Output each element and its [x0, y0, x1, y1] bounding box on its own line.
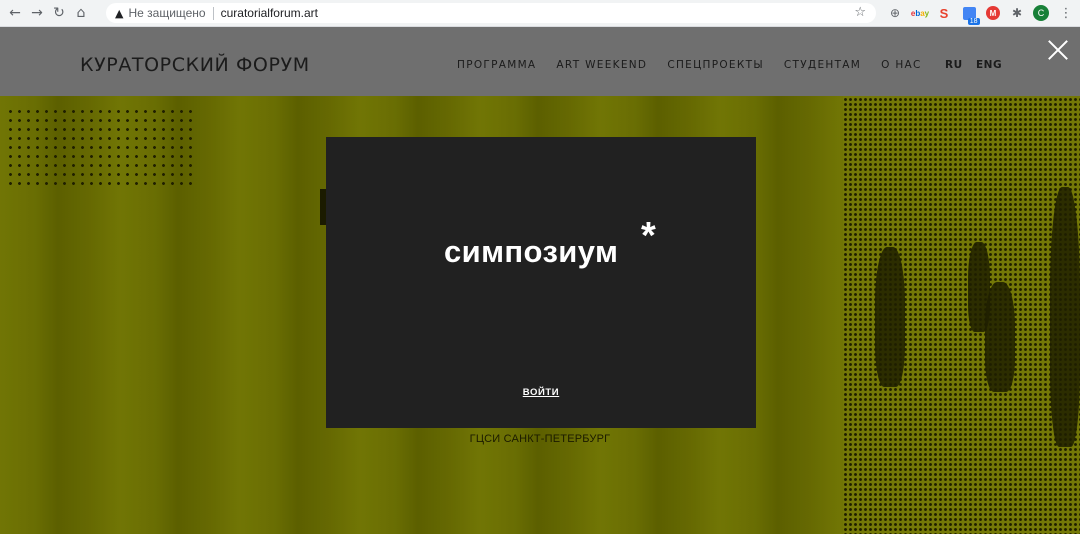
back-button[interactable]: ←	[4, 2, 26, 24]
url-text[interactable]: curatorialforum.art	[221, 6, 318, 20]
close-modal-button[interactable]	[1047, 39, 1069, 61]
arrow-left-icon: ←	[9, 5, 21, 21]
home-icon: ⌂	[76, 5, 86, 21]
arrow-right-icon: →	[31, 5, 43, 21]
asterisk-icon: *	[641, 215, 656, 257]
browser-toolbar: ← → ↻ ⌂ ▲ Не защищено curatorialforum.ar…	[0, 0, 1080, 27]
zoom-icon[interactable]: ⊕	[887, 5, 903, 21]
nav-item-students[interactable]: СТУДЕНТАМ	[784, 59, 861, 71]
calendar-icon: 18	[962, 6, 980, 25]
address-bar[interactable]: ▲ Не защищено curatorialforum.art ☆	[106, 3, 876, 23]
nav-item-art-weekend[interactable]: ART WEEKEND	[556, 59, 647, 71]
lang-eng[interactable]: ENG	[976, 59, 1002, 71]
web-page: КУРАТОРСКИЙ ФОРУМ ПРОГРАММА ART WEEKEND …	[0, 27, 1080, 534]
puzzle-icon[interactable]: ✱	[1009, 5, 1025, 21]
nav-item-program[interactable]: ПРОГРАММА	[457, 59, 536, 71]
warning-icon[interactable]: ▲	[115, 7, 123, 20]
reload-button[interactable]: ↻	[48, 2, 70, 24]
site-logo[interactable]: КУРАТОРСКИЙ ФОРУМ	[80, 54, 310, 76]
login-link[interactable]: ВОЙТИ	[326, 387, 756, 398]
star-icon[interactable]: ☆	[854, 5, 866, 20]
kebab-menu-icon[interactable]: ⋮	[1060, 5, 1073, 21]
nav-item-about[interactable]: О НАС	[881, 59, 922, 71]
calendar-extension-icon[interactable]: 18	[961, 5, 980, 25]
login-modal: симпозиум * ВОЙТИ	[326, 137, 756, 428]
ebay-extension-icon[interactable]: ebay	[909, 5, 931, 21]
security-label[interactable]: Не защищено	[128, 6, 205, 20]
nav-item-special-projects[interactable]: СПЕЦПРОЕКТЫ	[667, 59, 764, 71]
lang-ru[interactable]: RU	[945, 59, 963, 71]
forward-button[interactable]: →	[26, 2, 48, 24]
reload-icon: ↻	[53, 5, 65, 21]
address-separator	[212, 6, 214, 20]
profile-avatar[interactable]: C	[1033, 5, 1049, 21]
site-header: КУРАТОРСКИЙ ФОРУМ ПРОГРАММА ART WEEKEND …	[0, 27, 1080, 96]
s-extension-icon[interactable]: S	[936, 5, 952, 21]
site-nav: ПРОГРАММА ART WEEKEND СПЕЦПРОЕКТЫ СТУДЕН…	[457, 59, 942, 71]
m-extension-icon[interactable]: M	[986, 6, 1000, 20]
calendar-badge: 18	[967, 17, 980, 25]
home-button[interactable]: ⌂	[70, 2, 92, 24]
venue-caption: ГЦСИ САНКТ-ПЕТЕРБУРГ	[469, 433, 611, 445]
modal-brand: симпозиум	[444, 234, 619, 269]
